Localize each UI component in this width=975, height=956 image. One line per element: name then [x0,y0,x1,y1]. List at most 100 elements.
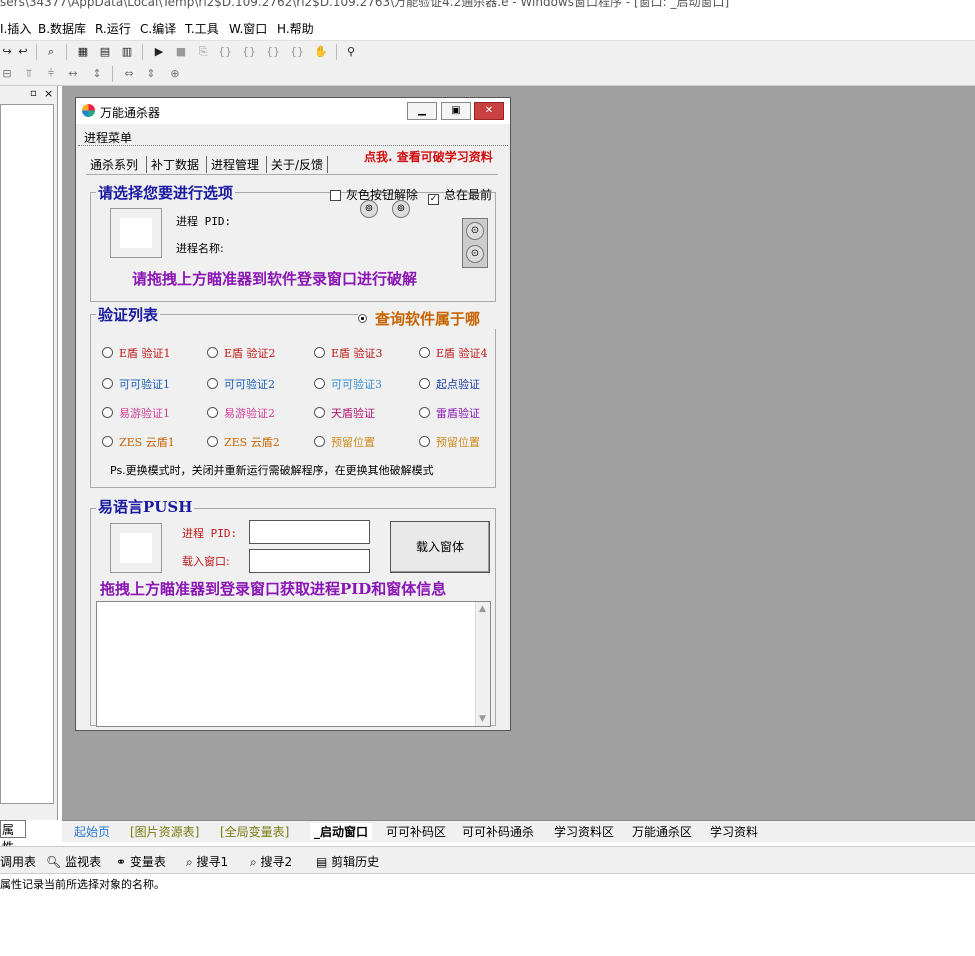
search1-tab[interactable]: ⌕ 搜寻1 [186,853,228,870]
radio-keke-3[interactable]: 可可验证3 [314,376,382,392]
radio-e-shield-1[interactable]: E盾 验证1 [102,345,171,361]
menu-tools[interactable]: T.工具 [185,20,219,37]
stop-icon[interactable]: ■ [174,45,188,59]
tab-startup-window[interactable]: _启动窗口 [310,823,373,840]
tab-patch-data[interactable]: 补丁数据 [146,156,199,173]
load-form-button[interactable]: 载入窗体 [390,521,490,573]
process-name-label: 进程名称: [176,242,224,255]
radio-yiyou-1[interactable]: 易游验证1 [102,405,170,421]
step-into-icon[interactable]: {} [218,45,232,59]
radio-e-shield-2[interactable]: E盾 验证2 [207,345,276,361]
step-over-icon[interactable]: {} [242,45,256,59]
window-title: sers\34377\AppData\Local\Temp\ri2$D.109.… [0,0,730,9]
pin-icon[interactable]: ▫ [30,88,37,99]
redo-icon[interactable]: ↪ [0,45,14,59]
tab-universal-area[interactable]: 万能通杀区 [632,823,692,840]
verify-list-title: 验证列表 [96,304,161,325]
query-software-radio[interactable]: 查询软件属于哪 [358,308,498,329]
close-button[interactable]: ✕ [474,102,504,120]
menu-help[interactable]: H.帮助 [277,20,314,37]
align-top-icon[interactable]: ⫪ [22,67,36,81]
target-crosshair-icon[interactable]: ⊚ [392,200,410,218]
run-to-icon[interactable]: {} [290,45,304,59]
target-crosshair-icon[interactable]: ⊚ [360,200,378,218]
center-icon[interactable]: ⊕ [168,67,182,81]
align-vcenter-icon[interactable]: ⫩ [44,67,58,81]
space-vertical-icon[interactable]: ↕ [90,67,104,81]
tab-study-area[interactable]: 学习资料区 [554,823,614,840]
same-height-icon[interactable]: ⇕ [144,67,158,81]
process-menu[interactable]: 进程菜单 [84,129,132,146]
watch-table-tab[interactable]: 🔍︎ 监视表 [46,853,101,870]
variable-table-tab[interactable]: ⚭ 变量表 [116,853,166,870]
scroll-down-icon[interactable]: ▼ [479,714,486,724]
tab-about[interactable]: 关于/反馈 [266,156,329,173]
radio-leidun[interactable]: 雷盾验证 [419,405,480,421]
run-icon[interactable]: ▶ [152,45,166,59]
binoculars-icon[interactable]: ⚲ [344,45,358,59]
always-on-top-check[interactable]: ✓ 总在最前 [428,186,492,205]
menu-compile[interactable]: C.编译 [140,20,176,37]
glasses-icon: ⚭ [116,855,130,869]
tab-image-resources[interactable]: [图片资源表] [130,823,199,840]
textarea-scrollbar[interactable]: ▲ ▼ [475,602,490,726]
find-icon: ⌕ [250,855,261,869]
radio-e-shield-4[interactable]: E盾 验证4 [419,345,488,361]
layout2-icon[interactable]: ▤ [98,45,112,59]
radio-keke-1[interactable]: 可可验证1 [102,376,170,392]
layout3-icon[interactable]: ▥ [120,45,134,59]
push-pid-label: 进程 PID: [182,527,238,540]
align-left-icon[interactable]: ⊟ [0,67,14,81]
radio-yiyou-2[interactable]: 易游验证2 [207,405,275,421]
push-pid-input[interactable] [249,520,370,544]
properties-panel: ▫ × [0,86,58,820]
menu-run[interactable]: R.运行 [95,20,131,37]
undo-icon[interactable]: ↩ [16,45,30,59]
scroll-up-icon[interactable]: ▲ [479,604,486,614]
tab-start-page[interactable]: 起始页 [74,823,110,840]
study-material-link[interactable]: 点我. 查看可破学习资料 [364,148,493,165]
form-menu-bar: 进程菜单 [78,126,508,146]
radio-reserved-2[interactable]: 预留位置 [419,434,480,450]
same-width-icon[interactable]: ⇔ [122,67,136,81]
tab-tongsha[interactable]: 通杀系列 [90,156,138,173]
menu-window[interactable]: W.窗口 [229,20,267,37]
radio-reserved-1[interactable]: 预留位置 [314,434,375,450]
tab-study-material[interactable]: 学习资料 [710,823,758,840]
find-icon[interactable]: ⌕ [44,45,58,59]
search2-tab[interactable]: ⌕ 搜寻2 [250,853,292,870]
target-window-preview [110,208,162,258]
sniper-icon[interactable]: ⊙ [466,245,484,263]
menu-database[interactable]: B.数据库 [38,20,86,37]
minimize-button[interactable]: ▁ [407,102,437,120]
checkmark-icon: ✓ [428,194,439,205]
sniper-icon[interactable]: ⊙ [466,222,484,240]
maximize-button[interactable]: ▣ [441,102,471,120]
menu-insert[interactable]: I.插入 [0,20,31,37]
tab-keke-patch-all[interactable]: 可可补码通杀 [462,823,534,840]
close-icon[interactable]: × [44,87,53,100]
hand-icon[interactable]: ✋ [314,45,328,59]
properties-tab[interactable]: 属性 [0,820,26,854]
tab-keke-patch[interactable]: 可可补码区 [386,823,446,840]
tab-process-mgmt[interactable]: 进程管理 [206,156,259,173]
radio-keke-2[interactable]: 可可验证2 [207,376,275,392]
step-icon[interactable]: ⎘ [196,45,210,59]
radio-tiandun[interactable]: 天盾验证 [314,405,375,421]
radio-qidian[interactable]: 起点验证 [419,376,480,392]
window-title-bar: sers\34377\AppData\Local\Temp\ri2$D.109.… [0,0,975,10]
push-hint: 拖拽上方瞄准器到登录窗口获取进程PID和窗体信息 [100,580,447,598]
radio-zes-1[interactable]: ZES 云盾1 [102,434,175,450]
push-output-textarea[interactable]: ▲ ▼ [96,601,491,727]
space-horizontal-icon[interactable]: ↔ [66,67,80,81]
clipboard-history-tab[interactable]: ▤ 剪辑历史 [316,853,379,870]
push-load-input[interactable] [249,549,370,573]
tab-strip: 通杀系列 补丁数据 进程管理 关于/反馈 [86,154,406,174]
tab-global-vars[interactable]: [全局变量表] [220,823,289,840]
layout-icon[interactable]: ▦ [76,45,90,59]
radio-zes-2[interactable]: ZES 云盾2 [207,434,280,450]
watch-table-label: 监视表 [65,855,102,869]
radio-e-shield-3[interactable]: E盾 验证3 [314,345,383,361]
step-out-icon[interactable]: {} [266,45,280,59]
call-table-tab[interactable]: 调用表 [0,853,36,870]
